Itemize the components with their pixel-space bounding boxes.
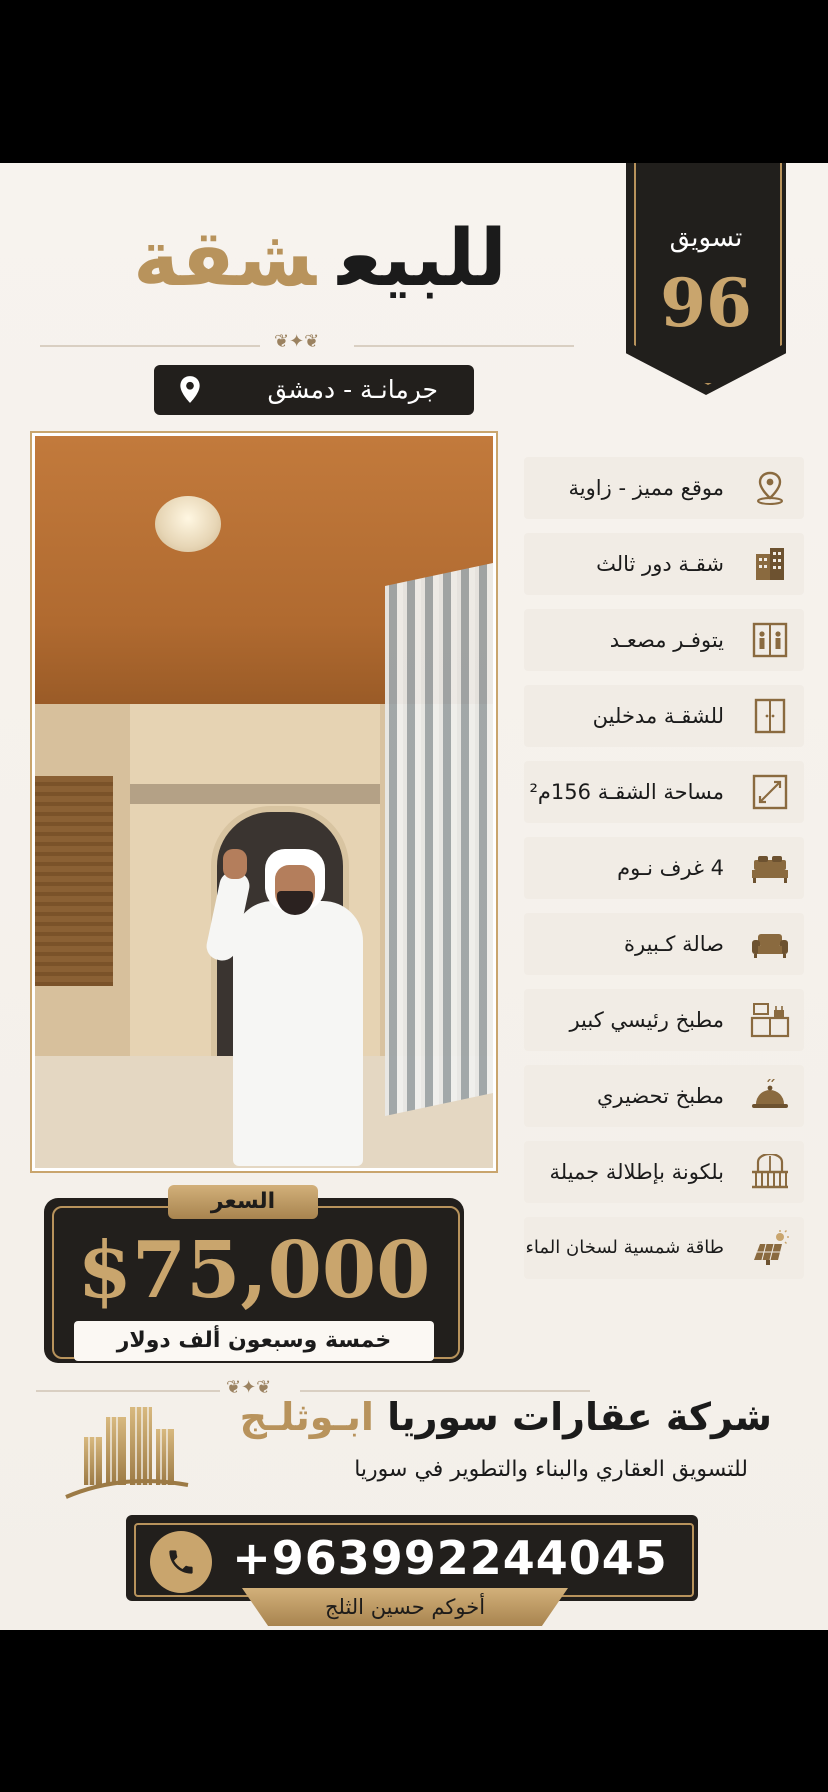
property-flyer: للبيعشقة تسويق 96 ❦✦❦ جرمانـة - دمشق موق… [0, 163, 828, 1630]
price-in-words: خمسة وسبعون ألف دولار [74, 1321, 434, 1361]
headline-apartment: شقة [133, 214, 316, 304]
feature-label: موقع مميز - زاوية [568, 476, 724, 500]
price-label: السعر [168, 1185, 318, 1219]
feature-item: طاقة شمسية لسخان الماء [524, 1217, 804, 1279]
photo-wall-stripe [130, 784, 380, 804]
location-pill: جرمانـة - دمشق [154, 365, 474, 415]
apartment-photo [30, 431, 498, 1173]
divider-ornament-icon: ❦✦❦ [274, 331, 320, 352]
kitchen-icon [750, 1003, 790, 1038]
person-hand [223, 849, 247, 879]
feature-item: 4 غرف نـوم [524, 837, 804, 899]
feature-item: يتوفـر مصعـد [524, 609, 804, 671]
feature-item: بلكونة بإطلالة جميلة [524, 1141, 804, 1203]
feature-item: مطبخ رئيسي كبير [524, 989, 804, 1051]
headline-for-sale: للبيع [337, 214, 507, 304]
sofa-icon [752, 934, 788, 958]
solar-panel-icon [754, 1230, 789, 1265]
price-value: $75,000 [77, 1225, 431, 1316]
top-divider-left [40, 345, 260, 347]
feature-label: صالة كـبيرة [624, 932, 724, 956]
bottom-divider-right [300, 1390, 590, 1392]
company-tagline: للتسويق العقاري والبناء والتطوير في سوري… [354, 1457, 748, 1482]
feature-item: موقع مميز - زاوية [524, 457, 804, 519]
location-pin-icon [180, 376, 200, 403]
feature-label: 4 غرف نـوم [617, 856, 724, 880]
photo-window-shutter [35, 776, 113, 986]
signature-ribbon: أخوكم حسين الثلج [242, 1588, 568, 1626]
company-name: شركة عقارات سوريا ابـوثلـج [212, 1395, 772, 1439]
location-text: جرمانـة - دمشق [267, 375, 438, 404]
feature-item: مساحة الشقـة 156م² [524, 761, 804, 823]
feature-item: شقـة دور ثالث [524, 533, 804, 595]
feature-label: مطبخ تحضيري [596, 1084, 724, 1108]
bed-icon [752, 856, 788, 883]
photo-person [203, 831, 373, 1166]
photo-balcony-railing [385, 563, 493, 1116]
feature-label: شقـة دور ثالث [596, 552, 724, 576]
feature-item: مطبخ تحضيري [524, 1065, 804, 1127]
company-name-main: شركة عقارات سوريا [387, 1395, 772, 1439]
feature-label: للشقـة مدخلين [592, 704, 724, 728]
balcony-icon [752, 1154, 788, 1189]
location-pin-icon [757, 471, 783, 505]
feature-label: بلكونة بإطلالة جميلة [549, 1160, 724, 1184]
feature-label: مطبخ رئيسي كبير [569, 1008, 724, 1032]
top-divider-right [354, 345, 574, 347]
photo-ceiling-lamp [155, 496, 221, 552]
double-door-icon [754, 698, 786, 734]
food-tray-icon [752, 1078, 788, 1108]
headline: للبيعشقة [60, 199, 580, 319]
building-icon [756, 548, 784, 580]
phone-icon [169, 1550, 193, 1574]
person-robe [233, 901, 363, 1166]
listing-badge-number: 96 [660, 264, 752, 342]
company-name-family: ابـوثلـج [239, 1395, 374, 1439]
bottom-divider-left [36, 1390, 220, 1392]
feature-item: للشقـة مدخلين [524, 685, 804, 747]
elevator-icon [752, 622, 788, 658]
buildings-logo-icon [65, 1407, 189, 1499]
feature-item: صالة كـبيرة [524, 913, 804, 975]
area-icon [752, 774, 788, 810]
listing-badge-label: تسويق [669, 223, 743, 253]
phone-icon-circle [150, 1531, 212, 1593]
feature-label: يتوفـر مصعـد [609, 628, 724, 652]
feature-label: مساحة الشقـة 156م² [529, 780, 724, 804]
feature-label: طاقة شمسية لسخان الماء [525, 1237, 724, 1258]
